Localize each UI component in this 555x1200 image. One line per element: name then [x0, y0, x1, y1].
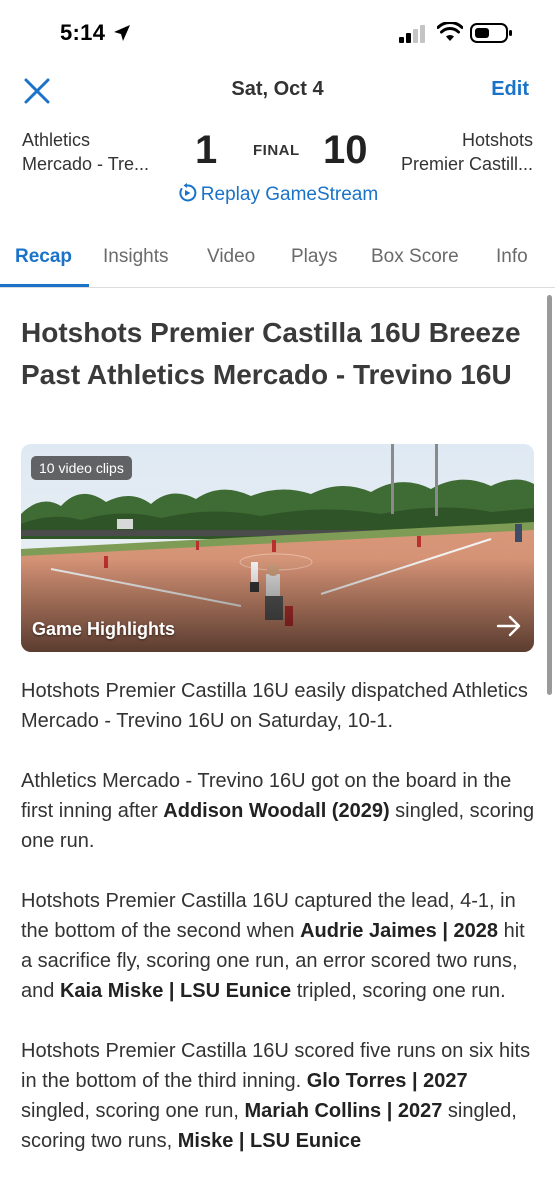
- game-highlights-card[interactable]: 10 video clips Game Highlights: [21, 444, 534, 652]
- replay-label: Replay GameStream: [200, 184, 379, 205]
- home-score: 10: [323, 128, 368, 172]
- game-status: FINAL: [253, 142, 300, 159]
- tab-info[interactable]: Info: [496, 246, 528, 268]
- replay-gamestream-link[interactable]: Replay GameStream: [0, 183, 555, 206]
- arrow-right-icon[interactable]: [496, 614, 522, 638]
- location-arrow-icon: [114, 25, 130, 41]
- away-team-line1: Athletics: [22, 130, 91, 150]
- tab-insights[interactable]: Insights: [103, 246, 168, 268]
- wifi-icon: [437, 22, 463, 41]
- replay-icon: [179, 183, 197, 202]
- player-name: Kaia Miske | LSU Eunice: [59, 980, 292, 1002]
- player-name: Audrie Jaimes | 2028: [300, 920, 499, 942]
- recap-headline: Hotshots Premier Castilla 16U Breeze Pas…: [21, 317, 521, 390]
- player-name: Addison Woodall (2029): [163, 800, 390, 822]
- tab-bar: Recap Insights Video Plays Box Score Inf…: [0, 236, 555, 288]
- story-paragraph-2: Athletics Mercado - Trevino 16U got on t…: [21, 766, 537, 856]
- video-clips-badge: 10 video clips: [31, 456, 132, 480]
- player-name: Mariah Collins | 2027: [244, 1100, 443, 1122]
- home-team-name[interactable]: Hotshots Premier Castill...: [401, 128, 533, 176]
- away-team-line2: Mercado - Tre...: [22, 154, 150, 174]
- story-paragraph-1: Hotshots Premier Castilla 16U easily dis…: [21, 680, 528, 732]
- player-name: Glo Torres | 2027: [306, 1070, 468, 1092]
- tab-plays[interactable]: Plays: [291, 246, 337, 268]
- home-team-line1: Hotshots: [461, 130, 533, 150]
- highlights-title: Game Highlights: [32, 619, 176, 639]
- story-paragraph-3: Hotshots Premier Castilla 16U captured t…: [21, 886, 537, 1006]
- cellular-signal-icon: [399, 25, 425, 43]
- battery-icon: [470, 23, 512, 43]
- story-text: tripled, scoring one run.: [291, 980, 506, 1002]
- tab-video[interactable]: Video: [207, 246, 255, 268]
- player-name: Miske | LSU Eunice: [177, 1130, 362, 1152]
- game-date: Sat, Oct 4: [231, 78, 324, 100]
- tab-recap[interactable]: Recap: [15, 246, 72, 268]
- status-time: 5:14: [60, 20, 106, 45]
- away-score: 1: [195, 128, 218, 172]
- nav-header: Sat, Oct 4 Edit: [0, 66, 555, 114]
- edit-button[interactable]: Edit: [491, 78, 529, 101]
- recap-story: Hotshots Premier Castilla 16U easily dis…: [21, 676, 537, 1186]
- home-team-line2: Premier Castill...: [400, 154, 533, 174]
- active-tab-indicator: [0, 284, 89, 287]
- scrollbar[interactable]: [547, 295, 552, 695]
- tab-box-score[interactable]: Box Score: [371, 246, 459, 268]
- close-icon[interactable]: [22, 76, 52, 106]
- story-text: singled, scoring one run,: [21, 1100, 245, 1122]
- story-paragraph-4: Hotshots Premier Castilla 16U scored fiv…: [21, 1036, 537, 1156]
- status-bar: 5:14: [0, 0, 555, 66]
- scoreboard: Athletics Mercado - Tre... 1 FINAL 10 Ho…: [0, 126, 555, 186]
- away-team-name[interactable]: Athletics Mercado - Tre...: [22, 128, 149, 176]
